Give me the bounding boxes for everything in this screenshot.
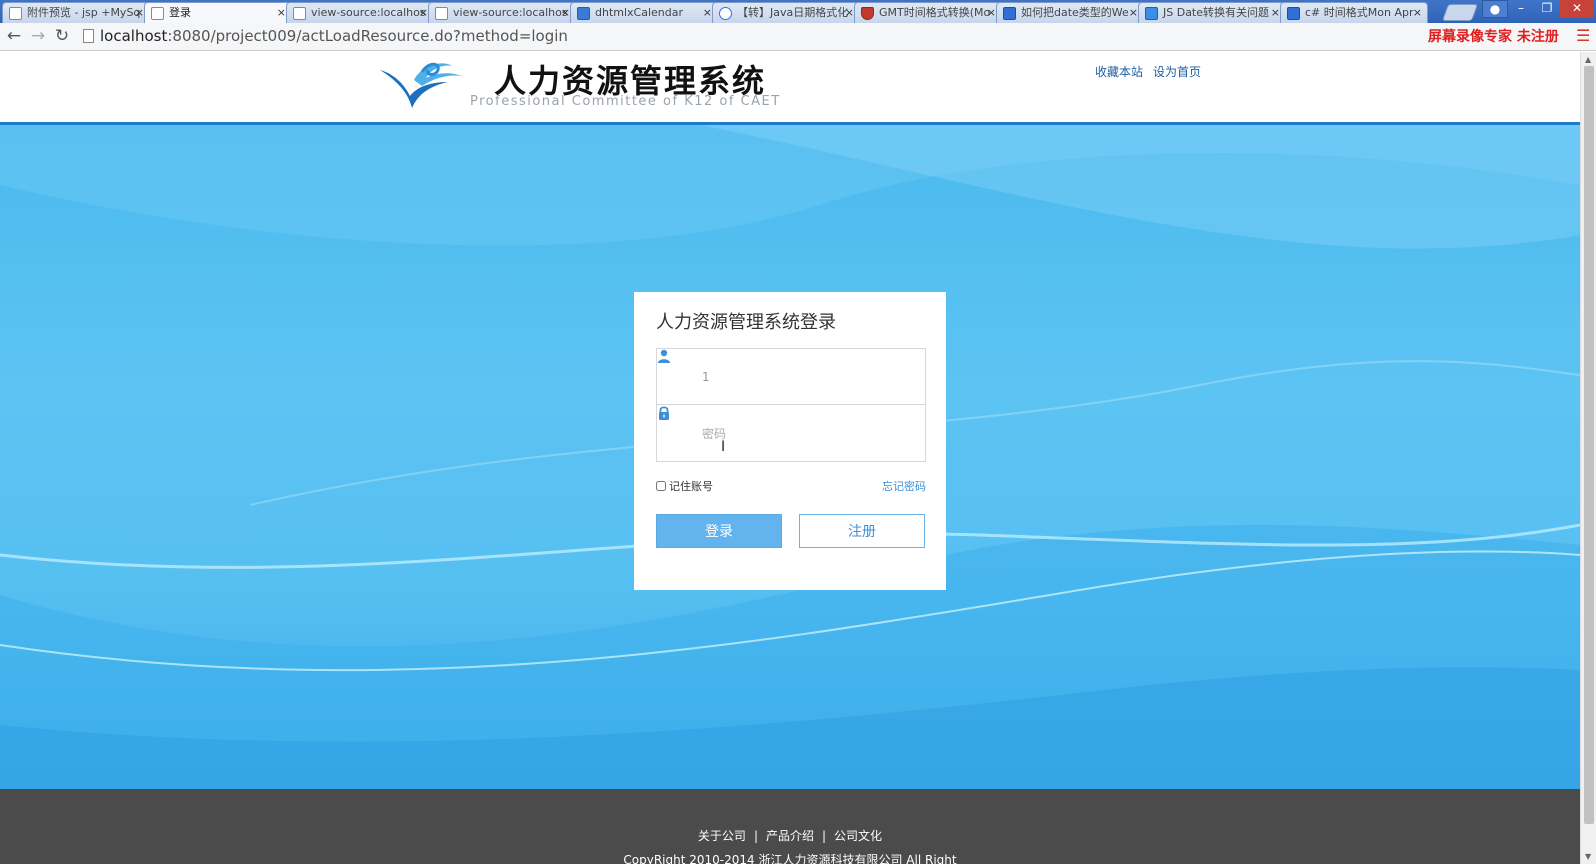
browser-tab[interactable]: view-source:localhos × — [428, 2, 576, 23]
close-icon[interactable]: × — [419, 3, 428, 23]
close-icon[interactable]: × — [277, 3, 286, 23]
doc-icon — [1145, 7, 1158, 20]
page-icon — [435, 7, 448, 20]
set-homepage-link[interactable]: 设为首页 — [1153, 63, 1201, 80]
maximize-icon[interactable]: ❐ — [1534, 0, 1560, 18]
new-tab-button[interactable] — [1441, 4, 1479, 21]
paw-icon — [1287, 7, 1300, 20]
browser-tab-active[interactable]: 登录 × — [144, 2, 292, 23]
site-subtitle: Professional Committee of K12 of CAET — [470, 94, 781, 109]
site-header: 人力资源管理系统 Professional Committee of K12 o… — [0, 52, 1580, 125]
tab-title: view-source:localhos — [311, 6, 426, 19]
login-panel: 人力资源管理系统登录 I — [634, 292, 946, 590]
browser-tab[interactable]: c# 时间格式Mon Apr × — [1280, 2, 1428, 23]
footer-link-about[interactable]: 关于公司 — [698, 829, 746, 843]
close-icon[interactable]: × — [1413, 3, 1422, 23]
window-close-icon[interactable]: ✕ — [1560, 0, 1594, 18]
tab-title: GMT时间格式转换(Mo — [879, 6, 991, 19]
url-text[interactable]: localhost:8080/project009/actLoadResourc… — [100, 27, 568, 45]
login-title: 人力资源管理系统登录 — [656, 312, 836, 333]
page-icon — [293, 7, 306, 20]
url-host: localhost — [100, 27, 168, 45]
tab-title: dhtmlxCalendar — [595, 6, 684, 19]
browser-tabstrip: 附件预览 - jsp +MySq × 登录 × view-source:loca… — [0, 0, 1596, 23]
close-icon[interactable]: × — [845, 3, 854, 23]
forward-arrow-icon[interactable]: → — [28, 27, 48, 47]
page-icon — [151, 7, 164, 20]
username-field — [657, 349, 925, 405]
username-input[interactable] — [702, 366, 912, 388]
minimize-icon[interactable]: – — [1508, 0, 1534, 18]
footer-link-products[interactable]: 产品介绍 — [766, 829, 814, 843]
dhtmlx-icon — [577, 7, 590, 20]
browser-tab[interactable]: 【转】Java日期格式化 × — [712, 2, 860, 23]
copyright-text: CopyRight 2010-2014 浙江人力资源科技有限公司 All Rig… — [623, 853, 957, 864]
close-icon[interactable]: × — [1271, 3, 1280, 23]
remember-account[interactable]: 记住账号 — [656, 478, 713, 493]
url-path: :8080/project009/actLoadResource.do?meth… — [167, 27, 568, 45]
doc-icon — [9, 7, 22, 20]
scroll-up-icon[interactable]: ▲ — [1585, 55, 1591, 64]
login-button[interactable]: 登录 — [656, 514, 782, 548]
close-icon[interactable]: × — [703, 3, 712, 23]
browser-tab[interactable]: 如何把date类型的We × — [996, 2, 1144, 23]
user-icon[interactable]: ● — [1482, 0, 1508, 18]
browser-tab[interactable]: view-source:localhos × — [286, 2, 434, 23]
tab-title: 附件预览 - jsp +MySq — [27, 6, 141, 19]
tab-title: c# 时间格式Mon Apr — [1305, 6, 1414, 19]
bookmark-site-link[interactable]: 收藏本站 — [1095, 63, 1143, 80]
browser-tab[interactable]: JS Date转换有关问题 × — [1138, 2, 1286, 23]
reload-icon[interactable]: ↻ — [52, 27, 72, 47]
tab-title: 【转】Java日期格式化 — [737, 6, 849, 19]
footer-links: 关于公司 | 产品介绍 | 公司文化 — [0, 827, 1580, 844]
credentials-group: I — [656, 348, 926, 462]
tab-title: JS Date转换有关问题 — [1163, 6, 1270, 19]
browser-tab[interactable]: dhtmlxCalendar × — [570, 2, 718, 23]
register-button[interactable]: 注册 — [799, 514, 925, 548]
close-icon[interactable]: × — [987, 3, 996, 23]
password-field: I — [657, 406, 925, 462]
vertical-scrollbar[interactable]: ▲ ▼ — [1580, 52, 1596, 864]
close-icon[interactable]: × — [1129, 3, 1138, 23]
logo-icon — [380, 62, 462, 108]
close-icon[interactable]: × — [561, 3, 570, 23]
back-arrow-icon[interactable]: ← — [4, 27, 24, 47]
paw-icon — [1003, 7, 1016, 20]
footer-separator: | — [822, 829, 827, 843]
remember-label: 记住账号 — [669, 480, 713, 493]
browser-tab[interactable]: 附件预览 - jsp +MySq × — [2, 2, 150, 23]
forgot-password-link[interactable]: 忘记密码 — [882, 478, 926, 494]
password-input[interactable] — [702, 423, 912, 445]
recording-watermark: 屏幕录像专家 未注册 — [1428, 29, 1559, 45]
menu-icon[interactable]: ☰ — [1576, 28, 1590, 44]
close-icon[interactable]: × — [135, 3, 144, 23]
footer-link-culture[interactable]: 公司文化 — [834, 829, 882, 843]
browser-tab[interactable]: GMT时间格式转换(Mo × — [854, 2, 1002, 23]
tab-title: 登录 — [169, 6, 191, 19]
tab-title: 如何把date类型的We — [1021, 6, 1129, 19]
text-cursor-icon: I — [721, 439, 726, 455]
footer-separator: | — [753, 829, 758, 843]
tab-title: view-source:localhos — [453, 6, 568, 19]
scroll-down-icon[interactable]: ▼ — [1585, 852, 1591, 861]
browser-toolbar: ← → ↻ localhost:8080/project009/actLoadR… — [0, 23, 1596, 51]
page-viewport: 人力资源管理系统 Professional Committee of K12 o… — [0, 52, 1580, 864]
address-bar[interactable]: localhost:8080/project009/actLoadResourc… — [80, 26, 1420, 48]
remember-checkbox[interactable] — [656, 481, 666, 491]
login-banner: 人力资源管理系统登录 I — [0, 125, 1580, 789]
page-icon — [83, 29, 94, 43]
shield-icon — [861, 7, 874, 20]
google-icon — [719, 7, 732, 20]
lock-icon — [659, 406, 669, 420]
user-icon — [658, 349, 670, 363]
site-footer: 关于公司 | 产品介绍 | 公司文化 CopyRight 2010-2014 浙江人力资… — [0, 789, 1580, 864]
scroll-thumb[interactable] — [1584, 66, 1594, 824]
